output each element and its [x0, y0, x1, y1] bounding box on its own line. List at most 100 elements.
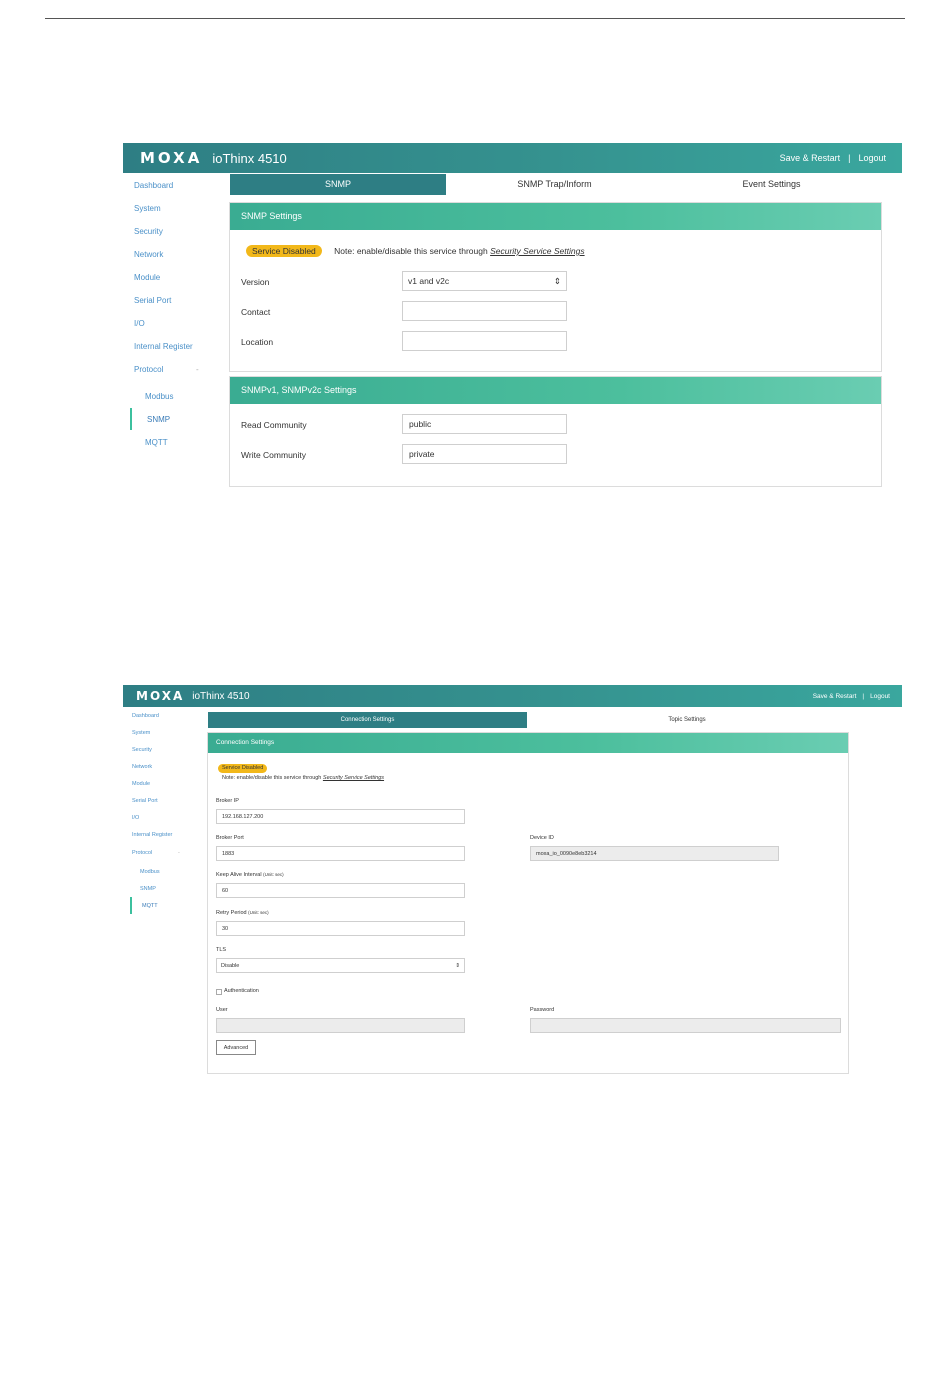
retry-period-text: Retry Period [216, 910, 247, 916]
sidebar-subitem-mqtt[interactable]: MQTT [142, 903, 158, 909]
broker-ip-input[interactable]: 192.168.127.200 [216, 809, 465, 824]
sidebar: Dashboard System Security Network Module… [123, 173, 223, 483]
retry-period-label: Retry Period (Unit: sec) [216, 910, 269, 916]
tab-bar: SNMP SNMP Trap/Inform Event Settings [230, 174, 880, 195]
tls-select[interactable]: Disable ⇕ [216, 958, 465, 973]
sidebar-subitem-snmp[interactable]: SNMP [140, 886, 156, 892]
snmp-screenshot: MOXA ioThinx 4510 Save & Restart | Logou… [123, 143, 902, 488]
read-community-input[interactable]: public [402, 414, 567, 434]
write-community-label: Write Community [241, 450, 307, 460]
retry-period-unit: (Unit: sec) [248, 910, 269, 915]
protocol-collapse-icon[interactable]: - [196, 365, 199, 374]
device-id-input: moxa_io_0090e8eb3214 [530, 846, 779, 861]
retry-period-input[interactable]: 30 [216, 921, 465, 936]
broker-ip-label: Broker IP [216, 798, 239, 804]
panel-title: SNMPv1, SNMPv2c Settings [230, 377, 881, 404]
sidebar-item-io[interactable]: I/O [134, 319, 145, 328]
save-restart-link[interactable]: Save & Restart [780, 153, 841, 163]
password-label: Password [530, 1007, 555, 1013]
location-input[interactable] [402, 331, 567, 351]
header-separator: | [848, 153, 851, 163]
protocol-collapse-icon[interactable]: - [178, 850, 180, 856]
sidebar-item-internal-register[interactable]: Internal Register [134, 342, 193, 351]
select-arrow-icon: ⇕ [455, 962, 460, 969]
tab-topic-settings[interactable]: Topic Settings [527, 712, 847, 728]
read-community-label: Read Community [241, 420, 307, 430]
logout-link[interactable]: Logout [858, 153, 886, 163]
keep-alive-text: Keep Alive Interval [216, 872, 262, 878]
active-nav-marker [130, 408, 132, 430]
panel-title: SNMP Settings [230, 203, 881, 230]
tab-bar: Connection Settings Topic Settings [208, 712, 847, 728]
snmp-settings-panel: SNMP Settings Service Disabled Note: ena… [229, 202, 882, 372]
tls-label: TLS [216, 947, 227, 953]
sidebar-item-security[interactable]: Security [134, 227, 163, 236]
sidebar-item-module[interactable]: Module [134, 273, 160, 282]
app-header: MOXA ioThinx 4510 Save & Restart | Logou… [123, 143, 902, 173]
sidebar-item-module[interactable]: Module [132, 781, 150, 787]
sidebar: Dashboard System Security Network Module… [123, 707, 203, 927]
tab-snmp[interactable]: SNMP [230, 174, 446, 195]
sidebar-item-security[interactable]: Security [132, 747, 152, 753]
select-arrow-icon: ⇕ [553, 275, 561, 286]
tab-event-settings[interactable]: Event Settings [663, 174, 880, 195]
sidebar-item-internal-register[interactable]: Internal Register [132, 832, 172, 838]
app-title: ioThinx 4510 [212, 150, 287, 166]
sidebar-item-serial-port[interactable]: Serial Port [134, 296, 171, 305]
sidebar-item-serial-port[interactable]: Serial Port [132, 798, 158, 804]
broker-port-input[interactable]: 1883 [216, 846, 465, 861]
note-text: Note: enable/disable this service throug… [334, 246, 491, 256]
logout-link[interactable]: Logout [870, 693, 890, 700]
sidebar-item-network[interactable]: Network [134, 250, 163, 259]
service-disabled-badge: Service Disabled [218, 764, 268, 773]
tab-snmp-trap-inform[interactable]: SNMP Trap/Inform [446, 174, 663, 195]
sidebar-subitem-modbus[interactable]: Modbus [145, 392, 173, 401]
sidebar-item-system[interactable]: System [134, 204, 161, 213]
contact-input[interactable] [402, 301, 567, 321]
panel-title: Connection Settings [208, 733, 848, 753]
version-label: Version [241, 277, 270, 287]
security-service-settings-link[interactable]: Security Service Settings [323, 775, 384, 781]
contact-label: Contact [241, 307, 271, 317]
sidebar-subitem-mqtt[interactable]: MQTT [145, 438, 168, 447]
version-select[interactable]: v1 and v2c ⇕ [402, 271, 567, 291]
sidebar-item-network[interactable]: Network [132, 764, 152, 770]
connection-settings-panel: Connection Settings Service Disabled Not… [207, 732, 849, 1074]
service-note: Service Disabled Note: enable/disable th… [246, 245, 585, 257]
moxa-logo: MOXA [136, 689, 185, 703]
sidebar-item-protocol[interactable]: Protocol [132, 850, 152, 856]
header-separator: | [862, 692, 865, 700]
mqtt-screenshot: MOXA ioThinx 4510 Save & Restart | Logou… [123, 685, 902, 1075]
service-disabled-badge: Service Disabled [246, 245, 322, 257]
keep-alive-label: Keep Alive Interval (Unit: sec) [216, 872, 284, 878]
user-input [216, 1018, 465, 1033]
sidebar-item-io[interactable]: I/O [132, 815, 139, 821]
sidebar-item-system[interactable]: System [132, 730, 150, 736]
authentication-label: Authentication [224, 988, 259, 994]
sidebar-subitem-snmp[interactable]: SNMP [147, 415, 170, 424]
page-top-rule [45, 18, 905, 19]
advanced-button[interactable]: Advanced [216, 1040, 256, 1055]
version-value: v1 and v2c [408, 276, 450, 286]
tab-connection-settings[interactable]: Connection Settings [208, 712, 527, 728]
security-service-settings-link[interactable]: Security Service Settings [490, 246, 584, 256]
password-input [530, 1018, 841, 1033]
authentication-checkbox[interactable] [216, 989, 222, 995]
service-note: Note: enable/disable this service throug… [222, 775, 384, 781]
save-restart-link[interactable]: Save & Restart [813, 693, 857, 700]
keep-alive-input[interactable]: 60 [216, 883, 465, 898]
app-header: MOXA ioThinx 4510 Save & Restart | Logou… [123, 685, 902, 707]
location-label: Location [241, 337, 274, 347]
community-settings-panel: SNMPv1, SNMPv2c Settings Read Community … [229, 376, 882, 487]
sidebar-item-dashboard[interactable]: Dashboard [134, 181, 173, 190]
sidebar-subitem-modbus[interactable]: Modbus [140, 869, 160, 875]
write-community-input[interactable]: private [402, 444, 567, 464]
device-id-label: Device ID [530, 835, 554, 841]
moxa-logo: MOXA [140, 149, 203, 167]
sidebar-item-protocol[interactable]: Protocol [134, 365, 163, 374]
app-title: ioThinx 4510 [192, 690, 250, 702]
sidebar-item-dashboard[interactable]: Dashboard [132, 713, 159, 719]
broker-port-label: Broker Port [216, 835, 244, 841]
note-text: Note: enable/disable this service throug… [222, 775, 323, 781]
user-label: User [216, 1007, 228, 1013]
